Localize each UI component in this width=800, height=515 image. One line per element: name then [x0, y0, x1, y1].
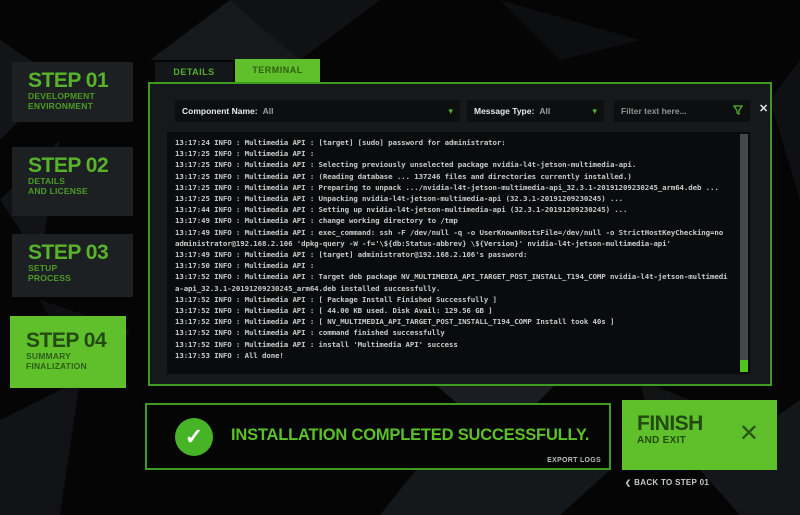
step-subtitle-line: PROCESS — [28, 272, 71, 283]
terminal-log-line: 13:17:25 INFO : Multimedia API : Selecti… — [175, 160, 637, 170]
terminal-log-line: 13:17:52 INFO : Multimedia API : command… — [175, 328, 445, 338]
terminal-log-line: 13:17:49 INFO : Multimedia API : change … — [175, 216, 458, 226]
tab-details[interactable]: DETAILS — [155, 62, 233, 82]
sidebar-step-02[interactable]: STEP 02 DETAILS AND LICENSE — [12, 147, 133, 216]
terminal-log-line: 13:17:49 INFO : Multimedia API : exec_co… — [175, 227, 724, 237]
component-name-label: Component Name: — [182, 106, 258, 116]
chevron-down-icon: ▾ — [592, 105, 597, 116]
step-subtitle-line: ENVIRONMENT — [28, 100, 94, 111]
back-link-label: BACK TO STEP 01 — [634, 478, 710, 487]
back-to-step-01-link[interactable]: ❮ BACK TO STEP 01 — [625, 478, 709, 487]
terminal-log-line: administrator@192.168.2.106 'dpkg-query … — [175, 238, 671, 248]
message-type-dropdown[interactable]: Message Type: All ▾ — [467, 100, 604, 122]
finish-and-exit-button[interactable]: FINISH AND EXIT ✕ — [622, 400, 777, 470]
terminal-log-line: 13:17:52 INFO : Multimedia API : install… — [175, 339, 458, 349]
success-check-icon: ✓ — [175, 418, 213, 456]
export-logs-link[interactable]: EXPORT LOGS — [547, 457, 601, 464]
close-icon: ✕ — [738, 420, 759, 447]
tab-terminal[interactable]: TERMINAL — [235, 59, 320, 82]
terminal-log-line: 13:17:25 INFO : Multimedia API : (Readin… — [175, 171, 632, 181]
message-type-label: Message Type: — [474, 106, 535, 116]
filter-text-input[interactable]: Filter text here... — [614, 100, 750, 122]
terminal-panel: Component Name: All ▾ Message Type: All … — [148, 82, 772, 386]
chevron-left-icon: ❮ — [625, 480, 632, 487]
sidebar-step-03[interactable]: STEP 03 SETUP PROCESS — [12, 234, 133, 297]
sidebar-step-04-active[interactable]: STEP 04 SUMMARY FINALIZATION — [10, 316, 126, 388]
message-type-value: All — [539, 106, 551, 116]
step-subtitle-line: FINALIZATION — [26, 360, 87, 371]
scrollbar-track[interactable] — [740, 134, 748, 372]
step-subtitle-line: AND LICENSE — [28, 185, 88, 196]
terminal-log-area[interactable]: 13:17:24 INFO : Multimedia API : [target… — [167, 132, 750, 374]
terminal-log-line: 13:17:25 INFO : Multimedia API : Prepari… — [175, 182, 719, 192]
installation-status-message: INSTALLATION COMPLETED SUCCESSFULLY. — [231, 425, 590, 444]
terminal-log-line: a-api_32.3.1-20191209230245_arm64.deb in… — [175, 283, 441, 293]
terminal-log-line: 13:17:52 INFO : Multimedia API : [ NV_MU… — [175, 317, 615, 327]
installation-status-box: ✓ INSTALLATION COMPLETED SUCCESSFULLY. E… — [145, 403, 611, 470]
terminal-log-line: 13:17:52 INFO : Multimedia API : [ 44.00… — [175, 306, 493, 316]
filter-placeholder: Filter text here... — [621, 106, 687, 116]
filter-funnel-icon[interactable] — [732, 102, 744, 120]
terminal-log-line: 13:17:25 INFO : Multimedia API : — [175, 149, 315, 159]
terminal-log-line: 13:17:53 INFO : All done! — [175, 350, 284, 360]
terminal-log-line: 13:17:50 INFO : Multimedia API : — [175, 261, 315, 271]
component-name-dropdown[interactable]: Component Name: All ▾ — [175, 100, 460, 122]
terminal-log-line: 13:17:49 INFO : Multimedia API : [target… — [175, 250, 528, 260]
sidebar-step-01[interactable]: STEP 01 DEVELOPMENT ENVIRONMENT — [12, 62, 133, 122]
scrollbar-thumb[interactable] — [740, 360, 748, 372]
terminal-log-line: 13:17:44 INFO : Multimedia API : Setting… — [175, 205, 628, 215]
terminal-log-line: 13:17:24 INFO : Multimedia API : [target… — [175, 138, 506, 147]
step-title: STEP 03 — [28, 241, 109, 264]
terminal-log-line: 13:17:25 INFO : Multimedia API : Unpacki… — [175, 194, 624, 204]
terminal-log-lines: 13:17:24 INFO : Multimedia API : [target… — [167, 132, 750, 361]
step-title: STEP 01 — [28, 69, 109, 92]
terminal-log-line: 13:17:52 INFO : Multimedia API : [ Packa… — [175, 294, 497, 304]
step-title: STEP 02 — [28, 154, 109, 177]
component-name-value: All — [262, 106, 274, 116]
close-icon[interactable]: ✕ — [759, 102, 768, 115]
terminal-log-line: 13:17:52 INFO : Multimedia API : Target … — [175, 272, 728, 282]
chevron-down-icon: ▾ — [448, 105, 453, 116]
sdk-manager-window: STEP 01 DEVELOPMENT ENVIRONMENT STEP 02 … — [0, 0, 800, 515]
step-title: STEP 04 — [26, 329, 107, 352]
